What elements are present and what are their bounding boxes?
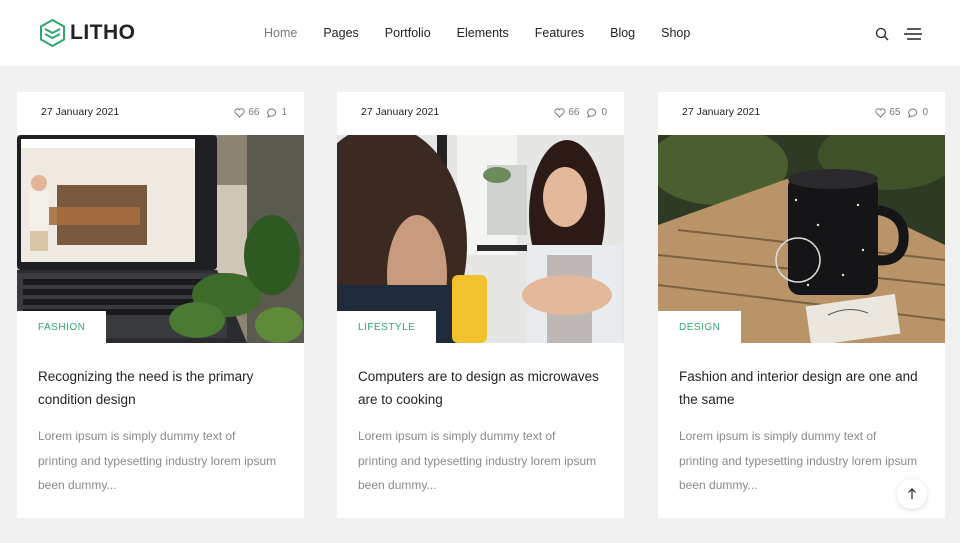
like-count[interactable]: 66 (568, 107, 579, 118)
post-excerpt: Lorem ipsum is simply dummy text of prin… (358, 429, 597, 492)
litho-logo-icon (40, 19, 65, 47)
scroll-to-top-button[interactable] (897, 479, 927, 509)
post-excerpt: Lorem ipsum is simply dummy text of prin… (679, 429, 918, 492)
like-count[interactable]: 66 (248, 107, 259, 118)
post-stats: 66 1 (234, 107, 287, 118)
post-excerpt: Lorem ipsum is simply dummy text of prin… (38, 429, 277, 492)
hamburger-menu-icon[interactable] (903, 26, 923, 42)
comment-icon (908, 108, 918, 118)
heart-icon (554, 107, 565, 118)
post-title[interactable]: Computers are to design as microwaves ar… (358, 365, 608, 411)
post-meta: 27 January 2021 65 0 (658, 92, 945, 135)
post-stats: 66 0 (554, 107, 607, 118)
post-title[interactable]: Recognizing the need is the primary cond… (38, 365, 288, 411)
main-nav: Home Pages Portfolio Elements Features B… (251, 22, 703, 44)
blog-card[interactable]: 27 January 2021 66 0 LIFESTYLE Computers… (337, 92, 624, 518)
nav-item-portfolio[interactable]: Portfolio (385, 26, 431, 40)
comment-count[interactable]: 0 (922, 107, 928, 118)
heart-icon (234, 107, 245, 118)
blog-card[interactable]: 27 January 2021 66 1 FASHION Recognizing… (17, 92, 304, 518)
arrow-up-icon (908, 488, 916, 499)
comment-icon (267, 108, 277, 118)
post-date[interactable]: 27 January 2021 (682, 106, 760, 118)
category-badge[interactable]: FASHION (17, 311, 107, 343)
like-count[interactable]: 65 (889, 107, 900, 118)
brand-name: LITHO (70, 21, 136, 44)
comment-icon (587, 108, 597, 118)
logo[interactable]: LITHO (40, 19, 136, 47)
heart-icon (875, 107, 886, 118)
category-badge[interactable]: DESIGN (658, 311, 742, 343)
site-header: LITHO Home Pages Portfolio Elements Feat… (0, 0, 960, 66)
post-title[interactable]: Fashion and interior design are one and … (679, 365, 929, 411)
comment-count[interactable]: 1 (281, 107, 287, 118)
search-icon[interactable] (874, 26, 890, 42)
blog-card[interactable]: 27 January 2021 65 0 DESIGN Fashion and … (658, 92, 945, 518)
post-date[interactable]: 27 January 2021 (41, 106, 119, 118)
post-meta: 27 January 2021 66 0 (337, 92, 624, 135)
category-badge[interactable]: LIFESTYLE (337, 311, 437, 343)
nav-item-blog[interactable]: Blog (610, 26, 635, 40)
post-date[interactable]: 27 January 2021 (361, 106, 439, 118)
nav-item-pages[interactable]: Pages (323, 26, 358, 40)
post-meta: 27 January 2021 66 1 (17, 92, 304, 135)
nav-item-home[interactable]: Home (264, 26, 297, 40)
nav-item-features[interactable]: Features (535, 26, 584, 40)
post-stats: 65 0 (875, 107, 928, 118)
nav-item-shop[interactable]: Shop (661, 26, 690, 40)
comment-count[interactable]: 0 (601, 107, 607, 118)
nav-item-elements[interactable]: Elements (457, 26, 509, 40)
